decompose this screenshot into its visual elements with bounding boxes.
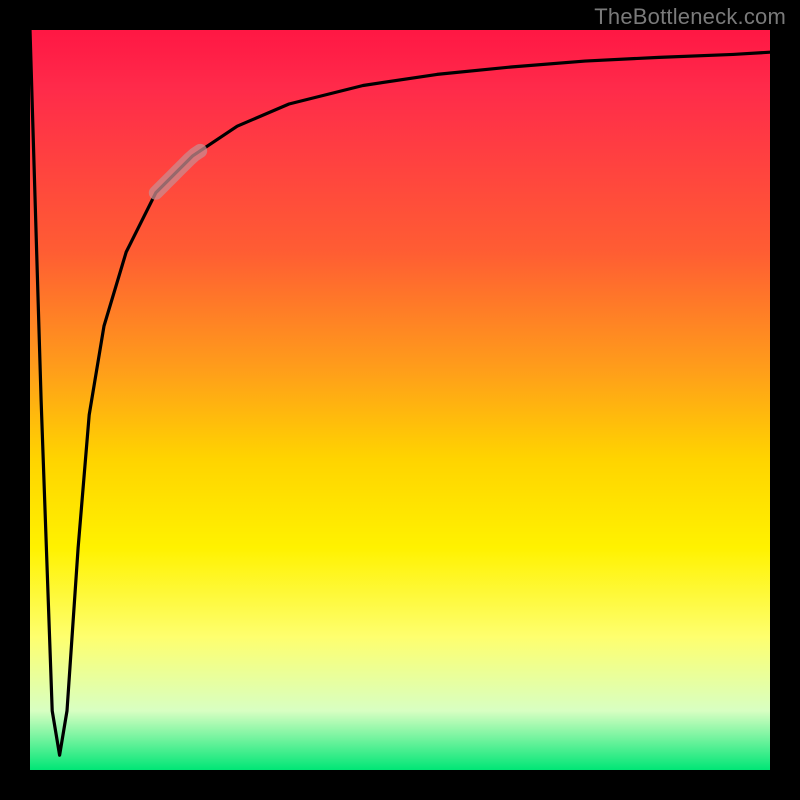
plot-area: [30, 30, 770, 770]
watermark-text: TheBottleneck.com: [594, 4, 786, 30]
bottleneck-curve: [30, 30, 770, 755]
chart-frame: TheBottleneck.com: [0, 0, 800, 800]
curve-layer: [30, 30, 770, 770]
curve-highlight: [156, 151, 200, 193]
